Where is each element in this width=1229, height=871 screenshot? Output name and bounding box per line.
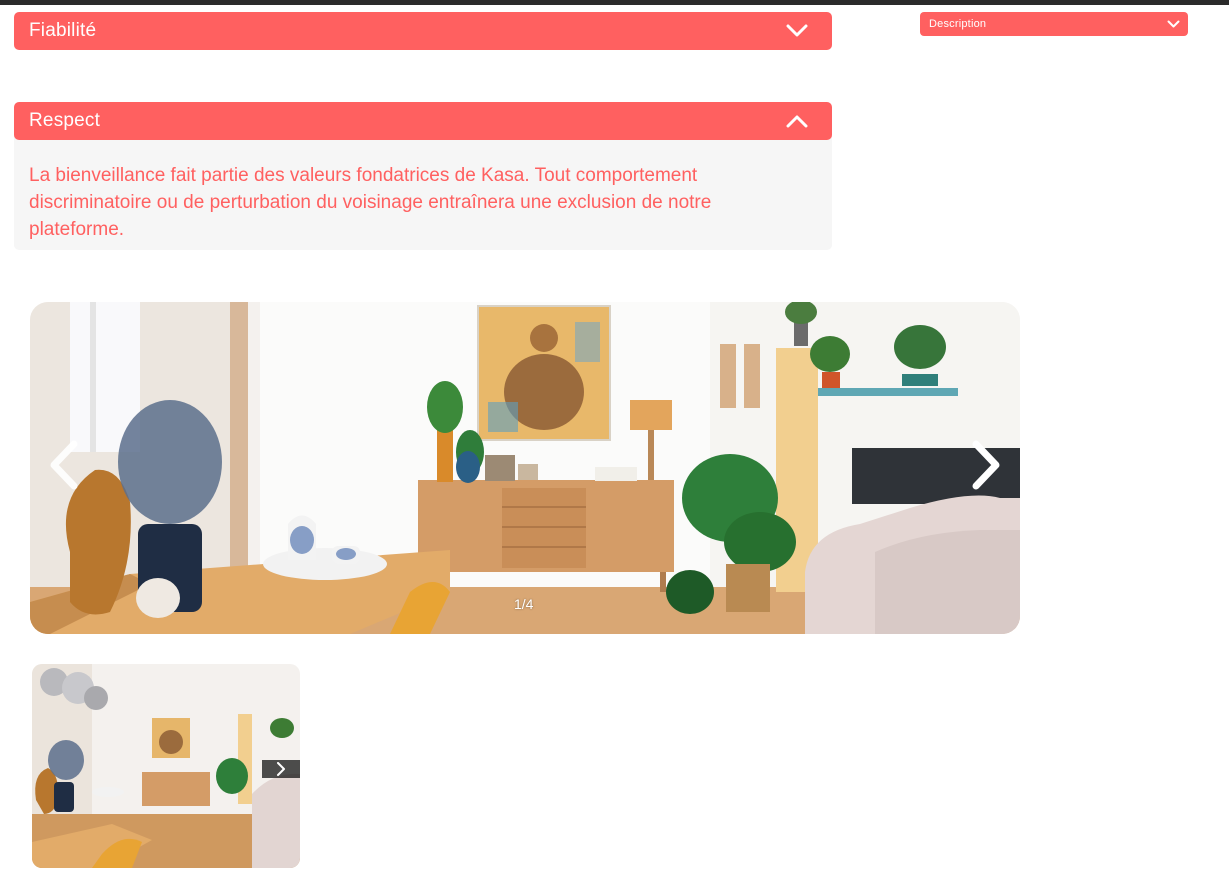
collapse-respect-body: La bienveillance fait partie des valeurs…: [14, 136, 832, 250]
top-bar: [0, 0, 1229, 5]
carousel-large: 1/4: [30, 302, 1020, 634]
carousel-small: [32, 664, 300, 868]
chevron-down-icon: [1167, 20, 1180, 27]
carousel-next-button[interactable]: [968, 440, 1004, 490]
chevron-left-icon: [50, 440, 78, 490]
carousel-photo-living-room: [30, 302, 1020, 634]
thumbnail-next-button[interactable]: [262, 760, 300, 778]
carousel-prev-button[interactable]: [46, 440, 82, 490]
carousel-counter: 1/4: [514, 596, 534, 612]
carousel-thumbnail-photo: [32, 664, 300, 868]
collapse-respect-header[interactable]: Respect: [14, 102, 832, 140]
collapse-respect-title: Respect: [29, 110, 101, 131]
chevron-down-icon: [786, 24, 808, 37]
collapse-description-header[interactable]: Description: [920, 12, 1188, 36]
chevron-right-icon: [972, 440, 1000, 490]
collapse-respect-text: La bienveillance fait partie des valeurs…: [29, 165, 712, 240]
collapse-fiabilite-title: Fiabilité: [29, 20, 97, 41]
chevron-up-icon: [786, 115, 808, 128]
chevron-right-icon: [277, 762, 285, 776]
collapse-description-title: Description: [929, 18, 987, 30]
collapse-fiabilite-header[interactable]: Fiabilité: [14, 12, 832, 50]
